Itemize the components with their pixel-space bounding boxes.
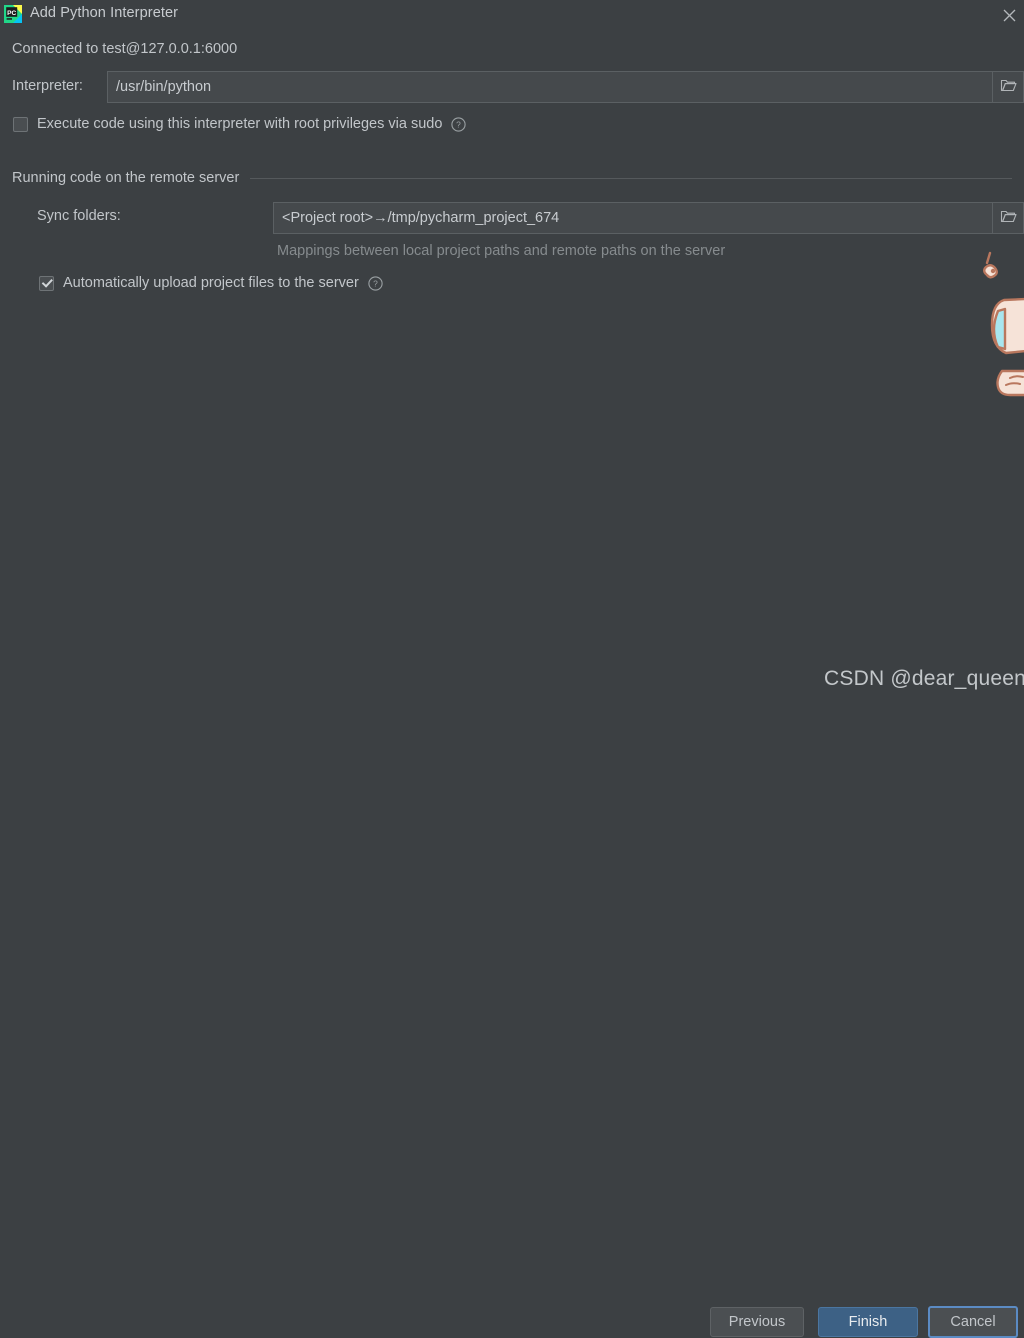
- sudo-checkbox-row[interactable]: Execute code using this interpreter with…: [13, 116, 467, 132]
- sudo-checkbox-label: Execute code using this interpreter with…: [37, 116, 443, 132]
- svg-text:?: ?: [373, 278, 378, 288]
- finish-button[interactable]: Finish: [818, 1307, 918, 1337]
- help-circle-icon[interactable]: ?: [451, 116, 467, 132]
- group-separator-line: [250, 177, 1012, 179]
- interpreter-browse-button[interactable]: [992, 71, 1024, 103]
- window-titlebar: PC Add Python Interpreter: [0, 0, 1024, 30]
- interpreter-path-input[interactable]: /usr/bin/python: [107, 71, 993, 103]
- folder-icon: [1000, 209, 1017, 228]
- sync-folders-value: <Project root>→/tmp/pycharm_project_674: [282, 210, 560, 226]
- connection-status-label: Connected to test@127.0.0.1:6000: [12, 41, 238, 57]
- close-icon[interactable]: [994, 0, 1024, 30]
- auto-upload-checkbox-row[interactable]: Automatically upload project files to th…: [39, 275, 383, 291]
- auto-upload-checkbox-label: Automatically upload project files to th…: [63, 275, 359, 291]
- folder-icon: [1000, 78, 1017, 97]
- dialog-footer: Previous Finish Cancel: [0, 642, 1024, 1338]
- svg-text:PC: PC: [7, 10, 16, 17]
- dialog-content: Connected to test@127.0.0.1:6000 Interpr…: [0, 30, 1024, 700]
- sync-folders-browse-button[interactable]: [992, 202, 1024, 234]
- remote-server-group-header: Running code on the remote server: [12, 168, 1012, 188]
- previous-button[interactable]: Previous: [710, 1307, 804, 1337]
- sync-folders-hint: Mappings between local project paths and…: [277, 243, 726, 259]
- cancel-button[interactable]: Cancel: [928, 1306, 1018, 1338]
- interpreter-path-value: /usr/bin/python: [116, 79, 212, 95]
- help-circle-icon[interactable]: ?: [368, 275, 383, 291]
- cartoon-character-illustration: [954, 245, 1024, 405]
- window-title: Add Python Interpreter: [30, 5, 179, 21]
- sync-folders-label: Sync folders:: [37, 208, 121, 224]
- interpreter-label: Interpreter:: [12, 78, 83, 94]
- svg-text:?: ?: [457, 119, 462, 129]
- sudo-checkbox[interactable]: [13, 116, 28, 132]
- auto-upload-checkbox[interactable]: [39, 275, 54, 291]
- pycharm-logo-icon: PC: [4, 5, 22, 23]
- interpreter-row: Interpreter: /usr/bin/python: [0, 71, 1024, 103]
- remote-server-group-title: Running code on the remote server: [12, 170, 240, 186]
- sync-folders-input[interactable]: <Project root>→/tmp/pycharm_project_674: [273, 202, 993, 234]
